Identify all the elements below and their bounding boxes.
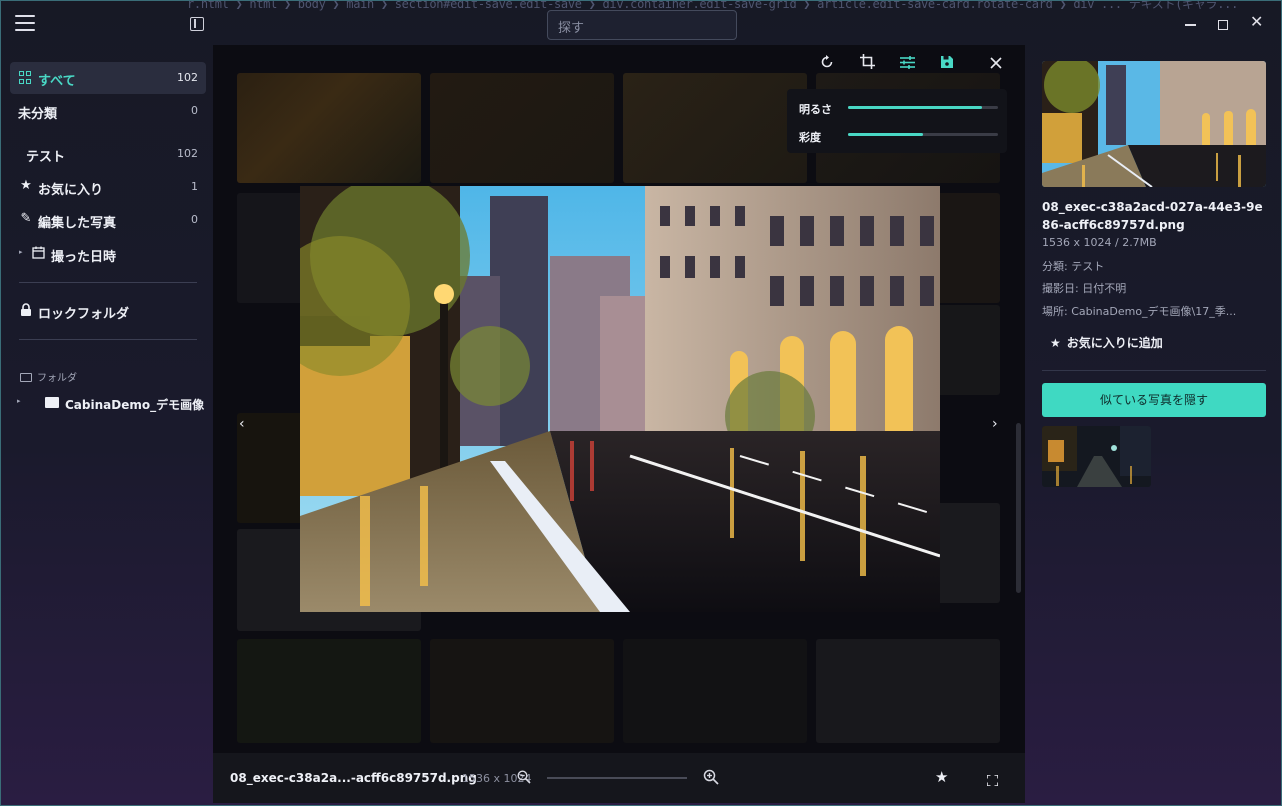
sidebar-item-date-taken[interactable]: ▸ 撮った日時 (10, 238, 206, 270)
viewer-bottom-bar: 08_exec-c38a2a...-acff6c89757d.png 1536 … (213, 753, 1025, 803)
next-photo-button[interactable]: › (992, 415, 1006, 433)
info-location: 場所: CabinaDemo_デモ画像\17_季... (1042, 305, 1237, 318)
sidebar: すべて 102 未分類 0 テスト 102 ★ お気に入り 1 ✎ 編集した写真… (1, 47, 213, 805)
brightness-slider[interactable] (848, 106, 998, 109)
saturation-slider-fill (848, 133, 923, 136)
sidebar-item-label: お気に入り (38, 183, 104, 198)
title-bar: r.html ❯ html ❯ body ❯ main ❯ section#ed… (1, 1, 1281, 47)
minimize-button[interactable] (1184, 17, 1198, 31)
adjustment-panel: 明るさ 彩度 (787, 89, 1007, 153)
info-category: 分類: テスト (1042, 260, 1105, 273)
hamburger-menu-icon[interactable] (15, 15, 35, 33)
sidebar-item-all[interactable]: すべて 102 (10, 62, 206, 94)
sidebar-item-uncategorized[interactable]: 未分類 0 (10, 95, 206, 127)
brightness-label: 明るさ (799, 103, 832, 116)
sidebar-item-label: 未分類 (18, 107, 58, 122)
favorite-star-icon[interactable]: ★ (935, 768, 948, 786)
saturation-label: 彩度 (799, 131, 821, 144)
folders-heading-label: フォルダ (37, 373, 77, 384)
sidebar-item-label: ロックフォルダ (38, 307, 130, 322)
sidebar-item-edited[interactable]: ✎ 編集した写真 0 (10, 204, 206, 236)
expand-caret-icon[interactable]: ▸ (19, 248, 23, 256)
add-to-favorites-button[interactable]: ★ お気に入りに追加 (1050, 334, 1163, 351)
close-icon[interactable] (986, 54, 1006, 74)
zoom-in-icon[interactable] (703, 769, 719, 785)
calendar-icon (31, 246, 45, 260)
maximize-button[interactable] (1218, 20, 1228, 30)
info-thumbnail (1042, 61, 1266, 187)
sidebar-divider (19, 282, 197, 283)
pencil-icon: ✎ (20, 211, 32, 226)
sidebar-item-count: 1 (191, 180, 198, 193)
sidebar-item-label: 編集した写真 (38, 216, 117, 231)
sidebar-item-count: 0 (191, 213, 198, 226)
similar-photo-thumbnail[interactable] (1042, 426, 1151, 487)
photo-viewer: 明るさ 彩度 ‹ › 08_exec-c38a2a...-acff6c89757… (213, 45, 1025, 803)
save-icon[interactable] (937, 54, 957, 74)
add-to-favorites-label: お気に入りに追加 (1066, 336, 1163, 350)
sidebar-divider (19, 339, 197, 340)
saturation-slider[interactable] (848, 133, 998, 136)
sidebar-item-favorites[interactable]: ★ お気に入り 1 (10, 171, 206, 203)
window-close-button[interactable]: ✕ (1250, 14, 1264, 30)
sidebar-item-count: 102 (177, 147, 198, 160)
sidebar-item-locked-folder[interactable]: ロックフォルダ (10, 295, 206, 327)
info-shot-date: 撮影日: 日付不明 (1042, 282, 1127, 295)
expand-caret-icon[interactable]: ▸ (17, 397, 21, 405)
sidebar-item-label: テスト (26, 150, 66, 165)
search-input[interactable]: 探す (547, 10, 737, 40)
brightness-slider-fill (848, 106, 982, 109)
info-divider (1042, 370, 1266, 371)
grid-icon (19, 70, 33, 84)
star-icon: ★ (1050, 336, 1061, 350)
zoom-out-icon[interactable] (517, 769, 531, 784)
sidebar-item-count: 0 (191, 104, 198, 117)
info-file-name: 08_exec-c38a2acd-027a-44e3-9e86-acff6c89… (1042, 200, 1263, 232)
lock-icon (19, 303, 33, 317)
folder-icon (45, 397, 59, 408)
hide-similar-photos-button[interactable]: 似ている写真を隠す (1042, 383, 1266, 417)
main-photo (300, 186, 940, 612)
previous-photo-button[interactable]: ‹ (239, 415, 253, 433)
info-size: 1536 x 1024 / 2.7MB (1042, 236, 1157, 249)
folder-item-label: CabinaDemo_デモ画像 (65, 398, 205, 412)
zoom-slider[interactable] (547, 777, 687, 779)
fullscreen-icon[interactable] (986, 771, 999, 787)
folders-heading: フォルダ (20, 369, 77, 384)
sidebar-item-count: 102 (177, 71, 198, 84)
photo-filename: 08_exec-c38a2a...-acff6c89757d.png (230, 771, 477, 785)
sidebar-item-label: 撮った日時 (51, 250, 117, 265)
rotate-icon[interactable] (817, 54, 837, 74)
scrollbar[interactable] (1016, 423, 1021, 593)
star-icon: ★ (20, 178, 32, 193)
folder-outline-icon (20, 373, 32, 382)
sidebar-item-label: すべて (38, 74, 76, 89)
crop-icon[interactable] (857, 54, 877, 74)
adjust-icon[interactable] (897, 54, 917, 74)
sidebar-toggle-icon[interactable] (190, 17, 204, 31)
sidebar-item-test[interactable]: テスト 102 (10, 138, 206, 170)
app-window: r.html ❯ html ❯ body ❯ main ❯ section#ed… (0, 0, 1282, 806)
